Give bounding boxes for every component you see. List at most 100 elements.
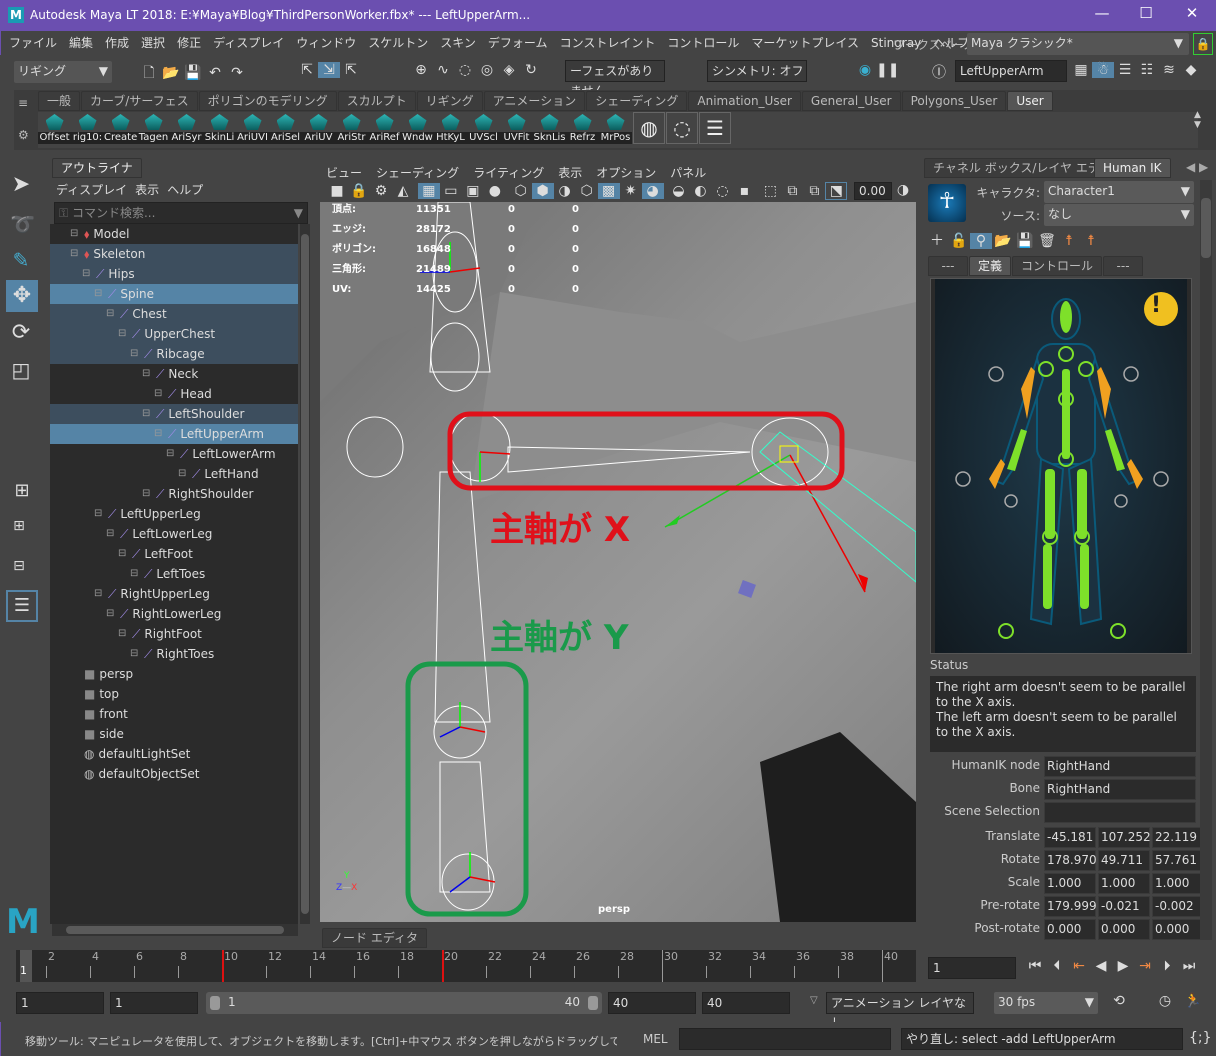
shelf-button[interactable]: MrPos — [599, 112, 632, 144]
expand-icon[interactable]: ⊟ — [118, 324, 126, 344]
shelf-button[interactable]: Wndw — [401, 112, 434, 144]
current-time-indicator[interactable]: 1 — [20, 950, 32, 982]
shelf-tab[interactable]: Animation_User — [688, 91, 801, 111]
range-handle-start[interactable] — [210, 996, 220, 1010]
expand-icon[interactable]: ⊟ — [130, 344, 138, 364]
shelf-button[interactable]: AriSel — [269, 112, 302, 144]
hik-subtab[interactable]: コントロール — [1012, 256, 1103, 276]
save-scene-icon[interactable]: 💾 — [182, 65, 204, 81]
outliner-tab[interactable]: アウトライナ — [52, 158, 142, 178]
scene-selection-field[interactable] — [1044, 802, 1196, 823]
snap-live-icon[interactable]: ↻ — [520, 62, 542, 78]
attr-field[interactable]: 57.761 — [1152, 850, 1204, 871]
outliner-item[interactable]: ⊟ ⟋ LeftLowerLeg — [50, 524, 298, 544]
select-tool-icon[interactable]: ➤ — [10, 172, 32, 197]
lasso-tool-icon[interactable]: ➰ — [10, 212, 35, 236]
menu-item[interactable]: ウィンドウ — [290, 32, 362, 54]
character-dropdown[interactable]: Character1 ▼ — [1044, 181, 1194, 203]
shelf-button[interactable]: AriRef — [368, 112, 401, 144]
shelf-tab[interactable]: Polygons_User — [901, 91, 1007, 111]
outliner-item[interactable]: ◍ defaultObjectSet — [50, 764, 298, 784]
resolution-gate-icon[interactable]: ▣ — [462, 183, 484, 199]
image-plane-icon[interactable]: ◭ — [392, 183, 414, 199]
menuset-dropdown[interactable]: リギング ▼ — [14, 61, 112, 83]
wireframe-on-shaded-icon[interactable]: ⬡ — [576, 183, 598, 199]
expand-icon[interactable]: ⊟ — [178, 464, 186, 484]
antialias-icon[interactable]: ◌ — [711, 183, 733, 199]
outliner-layout-icon[interactable]: ☰ — [6, 590, 38, 622]
camera-attr-icon[interactable]: ⚙ — [370, 183, 392, 199]
menu-item[interactable]: コントロール — [661, 32, 745, 54]
loop-icon[interactable]: ⟲ — [1108, 993, 1130, 1009]
outliner-item[interactable]: ⊟ ⟋ LeftHand — [50, 464, 298, 484]
shelf-button[interactable]: AriUV — [302, 112, 335, 144]
viewport-menu-item[interactable]: オプション — [596, 162, 670, 184]
shelf-button[interactable]: rig10: — [71, 112, 104, 144]
isolate-select-icon[interactable]: ⬚ — [759, 183, 781, 199]
range-handle-end[interactable] — [588, 996, 598, 1010]
expand-icon[interactable]: ⊟ — [142, 404, 150, 424]
viewport-menu-item[interactable]: パネル — [670, 162, 720, 184]
outliner-hscrollbar[interactable] — [52, 924, 298, 936]
wireframe-icon[interactable]: ⬡ — [510, 183, 532, 199]
next-key-icon[interactable]: ⇥ — [1134, 958, 1156, 974]
attr-field[interactable]: -0.002 — [1152, 896, 1204, 917]
xray-icon[interactable]: ⧉ — [781, 183, 803, 199]
outliner-item[interactable]: ⊟ ⟋ LeftUpperArm — [50, 424, 298, 444]
expand-icon[interactable]: ⊟ — [166, 444, 174, 464]
object-name-field[interactable]: LeftUpperArm — [955, 60, 1067, 82]
mel-label[interactable]: MEL — [643, 1032, 668, 1046]
depth-of-field-icon[interactable]: ▪ — [733, 183, 755, 199]
menu-item[interactable]: デフォーム — [482, 32, 554, 54]
snap-point-icon[interactable]: ◌ — [454, 62, 476, 78]
redo-icon[interactable]: ↷ — [226, 65, 248, 81]
shelf-button[interactable]: AriUVI — [236, 112, 269, 144]
color-wheel-icon[interactable]: ◍ — [633, 112, 665, 144]
viewport-canvas[interactable]: 頂点: 11351 0 0 エッジ: 28172 0 0 ポリゴン: 16848 0 0 三角形: 214… — [320, 202, 916, 922]
shelf-button[interactable]: UVFit — [500, 112, 533, 144]
workspace-dropdown[interactable]: Maya クラシック* ▼ — [967, 33, 1189, 55]
folder-icon[interactable]: 📂 — [992, 233, 1014, 249]
undo-icon[interactable]: ↶ — [204, 65, 226, 81]
channel-box-icon[interactable]: ≋ — [1158, 62, 1180, 78]
expand-icon[interactable]: ⊟ — [70, 244, 78, 264]
play-forward-icon[interactable]: ▶ — [1112, 958, 1134, 974]
menu-item[interactable]: マーケットプレイス — [745, 32, 865, 54]
outliner-vscrollbar[interactable] — [300, 224, 310, 924]
expand-icon[interactable]: ⊟ — [106, 524, 114, 544]
shelf-button[interactable]: Tagen — [137, 112, 170, 144]
menu-item[interactable]: ディスプレイ — [207, 32, 290, 54]
start-time-field[interactable]: 1 — [16, 992, 104, 1014]
add-icon[interactable]: ＋ — [926, 230, 948, 250]
source-dropdown[interactable]: なし ▼ — [1044, 204, 1194, 226]
menu-item[interactable]: 修正 — [171, 32, 207, 54]
shelf-button[interactable]: SkinLi — [203, 112, 236, 144]
lock-icon[interactable]: 🔒 — [1193, 33, 1213, 55]
fps-dropdown[interactable]: 30 fps ▼ — [994, 992, 1098, 1014]
menu-item[interactable]: スケルトン — [362, 32, 434, 54]
attr-field[interactable]: 179.999 — [1044, 896, 1097, 917]
hik-subtab[interactable]: 定義 — [969, 256, 1012, 276]
playback-end-field[interactable]: 40 — [608, 992, 696, 1014]
attr-field[interactable]: 107.252 — [1098, 827, 1151, 848]
outliner-item[interactable]: ■ persp — [50, 664, 298, 684]
maximize-button[interactable]: ☐ — [1126, 4, 1166, 26]
attr-field[interactable]: 1.000 — [1044, 873, 1096, 894]
faces-field[interactable]: ーフェスがありません — [565, 60, 665, 98]
expand-icon[interactable]: ⊟ — [118, 544, 126, 564]
viewport-menu-item[interactable]: ライティング — [473, 162, 558, 184]
shelf-tab[interactable]: カーブ/サーフェス — [81, 91, 198, 111]
humanik-scrollbar[interactable] — [1200, 180, 1212, 940]
expand-icon[interactable]: ⊟ — [94, 284, 102, 304]
menu-item[interactable]: 選択 — [135, 32, 171, 54]
attr-field[interactable]: -0.021 — [1098, 896, 1150, 917]
outliner-item[interactable]: ⊟ ⬧ Skeleton — [50, 244, 298, 264]
snap-curve-icon[interactable]: ∿ — [432, 62, 454, 78]
expand-icon[interactable]: ⊟ — [142, 364, 150, 384]
go-to-end-icon[interactable]: ⏭ — [1178, 958, 1200, 974]
shelf-tab[interactable]: シェーディング — [586, 91, 688, 111]
hik-subtab[interactable]: --- — [1103, 256, 1144, 276]
current-frame-field[interactable]: 1 — [928, 957, 1016, 979]
lights-icon[interactable]: ✷ — [620, 183, 642, 199]
grid-icon[interactable]: ▦ — [417, 183, 440, 199]
